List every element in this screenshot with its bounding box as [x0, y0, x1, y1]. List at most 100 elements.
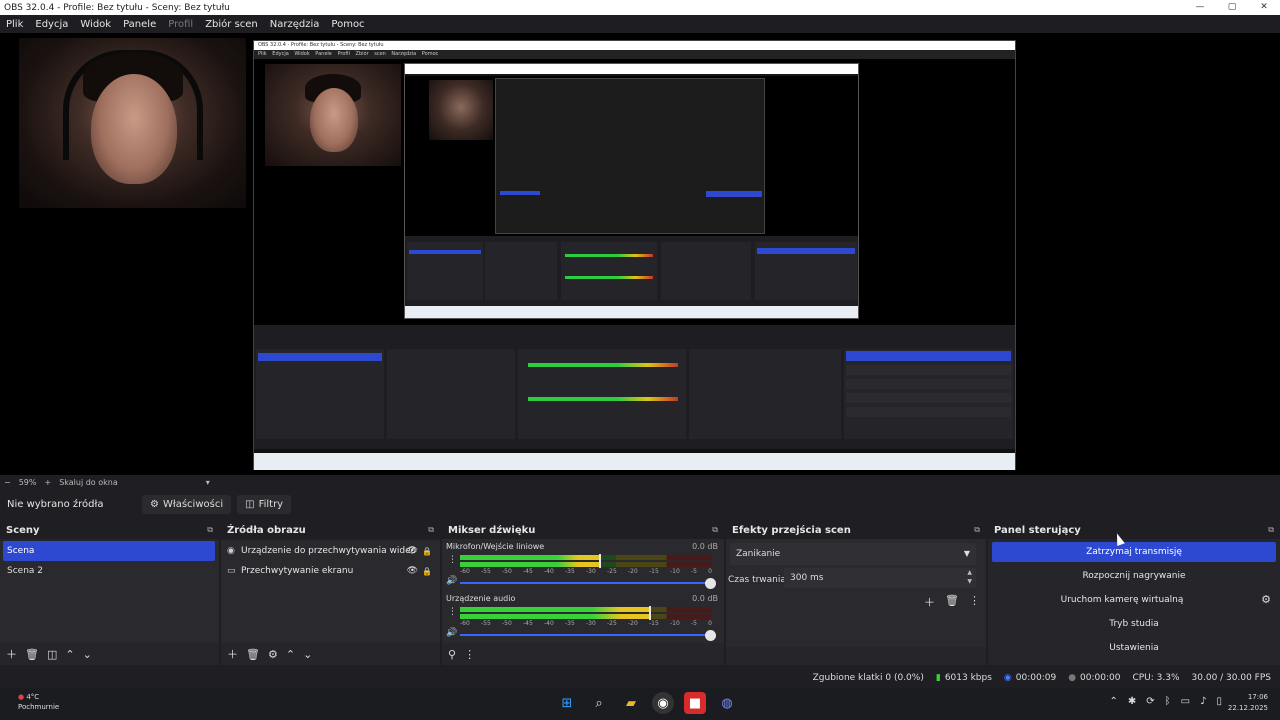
audio-meter [460, 554, 712, 561]
battery-icon[interactable]: ▯ [1216, 696, 1222, 707]
volume-knob[interactable] [705, 630, 716, 641]
gear-icon[interactable]: ⚙ [1256, 590, 1276, 610]
filter-icon[interactable]: ◫ [47, 648, 57, 661]
link-icon[interactable]: ⚲ [448, 648, 456, 661]
tray-app-icon[interactable]: ✱ [1128, 696, 1136, 707]
tick-label: -25 [607, 620, 617, 627]
menu-docks[interactable]: Panele [117, 19, 162, 30]
menu-scene-collection[interactable]: Zbiór scen [199, 19, 264, 30]
cpu-usage: CPU: 3.3% [1132, 673, 1180, 683]
menu-edit[interactable]: Edycja [29, 19, 74, 30]
move-down-icon[interactable]: ⌄ [83, 648, 92, 661]
trash-icon[interactable]: 🗑 [945, 594, 959, 610]
close-button[interactable]: ✕ [1248, 0, 1280, 15]
sync-icon[interactable]: ⟳ [1146, 696, 1154, 707]
fps-stat: 30.00 / 30.00 FPS [1191, 673, 1271, 683]
speaker-icon[interactable]: 🔊 [446, 628, 457, 638]
volume-slider[interactable] [460, 578, 716, 589]
add-scene-icon[interactable]: ＋ [6, 646, 17, 662]
chevron-up-icon[interactable]: ⌃ [1109, 696, 1117, 707]
zoom-out-button[interactable]: − [0, 478, 15, 487]
tick-label: -5 [691, 620, 697, 627]
mixer-toolbar: ⚲ ⋮ [442, 643, 724, 665]
move-up-icon[interactable]: ⌃ [65, 648, 74, 661]
menu-profile[interactable]: Profil [162, 19, 199, 30]
undock-icon[interactable]: ⧉ [974, 525, 980, 535]
move-up-icon[interactable]: ⌃ [286, 648, 295, 661]
start-recording-button[interactable]: Rozpocznij nagrywanie [992, 566, 1276, 586]
more-icon[interactable]: ⋮ [448, 607, 457, 617]
eye-icon[interactable]: 👁 [407, 546, 418, 556]
chevron-down-icon: ▼ [963, 549, 970, 558]
undock-icon[interactable]: ⧉ [207, 525, 213, 535]
more-icon[interactable]: ⋮ [969, 594, 980, 610]
volume-icon[interactable]: ♪ [1200, 696, 1206, 707]
nested-screen-capture: OBS 32.0.4 - Profile: Bez tytułu - Sceny… [253, 40, 1016, 470]
network-icon[interactable]: ▭ [1181, 696, 1190, 707]
more-icon[interactable]: ⋮ [448, 555, 457, 565]
audio-meter [460, 561, 712, 568]
weather-condition: Pochmurnie [18, 703, 60, 711]
filters-button[interactable]: ◫ Filtry [237, 494, 292, 514]
recorder-icon[interactable]: ■ [684, 692, 706, 714]
speaker-icon[interactable]: 🔊 [446, 576, 457, 586]
meter-ticks: -60 -55 -50 -45 -40 -35 -30 -25 -20 -15 -10 -5 0 [460, 568, 712, 575]
source-item-screen-capture[interactable]: ▭ Przechwytywanie ekranu 👁 🔒 [221, 561, 440, 581]
menu-view[interactable]: Widok [74, 19, 117, 30]
trash-icon[interactable]: 🗑 [25, 648, 39, 661]
maximize-button[interactable]: ▢ [1216, 0, 1248, 15]
tick-label: -60 [460, 620, 470, 627]
preview-canvas[interactable]: OBS 32.0.4 - Profile: Bez tytułu - Sceny… [0, 33, 1280, 475]
record-time: 00:00:00 [1080, 673, 1121, 683]
file-explorer-icon[interactable]: ▰ [620, 692, 642, 714]
menu-file[interactable]: Plik [0, 19, 29, 30]
undock-icon[interactable]: ⧉ [1268, 525, 1274, 535]
more-icon[interactable]: ⋮ [464, 648, 475, 661]
scene-item-scena-2[interactable]: Scena 2 [0, 561, 219, 581]
bluetooth-icon[interactable]: ᛒ [1165, 696, 1171, 707]
sources-list: ◉ Urządzenie do przechwytywania wideo 👁 … [221, 541, 440, 649]
start-virtual-camera-button[interactable]: Uruchom kamerę wirtualną [992, 590, 1252, 610]
add-transition-icon[interactable]: ＋ [924, 594, 935, 610]
scenes-dock: Sceny ⧉ Scena Scena 2 ＋ 🗑 ◫ ⌃ ⌄ [0, 521, 219, 665]
eye-icon[interactable]: 👁 [407, 566, 418, 576]
spinbox-arrows-icon[interactable]: ▲ ▼ [967, 568, 972, 586]
windows-taskbar: ● 4°C Pochmurnie ⊞ ⌕ ▰ ◉ ■ ◍ ⌃ ✱ ⟳ ᛒ ▭ ♪… [0, 688, 1280, 720]
source-item-video-capture[interactable]: ◉ Urządzenie do przechwytywania wideo 👁 … [221, 541, 440, 561]
undock-icon[interactable]: ⧉ [428, 525, 434, 535]
clock[interactable]: 17:06 22.12.2025 [1228, 692, 1268, 714]
duration-input[interactable]: 300 ms ▲ ▼ [784, 568, 976, 588]
minimize-button[interactable]: — [1184, 0, 1216, 15]
nested-2-col-4 [661, 242, 751, 300]
trash-icon[interactable]: 🗑 [246, 648, 260, 661]
tick-label: -40 [544, 568, 554, 575]
undock-icon[interactable]: ⧉ [712, 525, 718, 535]
add-source-icon[interactable]: ＋ [227, 646, 238, 662]
scene-item-scena[interactable]: Scena [3, 541, 215, 561]
lock-icon[interactable]: 🔒 [422, 567, 432, 576]
messenger-icon[interactable]: ◍ [716, 692, 738, 714]
gear-icon[interactable]: ⚙ [268, 648, 278, 661]
lock-icon[interactable]: 🔒 [422, 547, 432, 556]
zoom-in-button[interactable]: + [40, 478, 55, 487]
zoom-fit-select[interactable]: Skaluj do okna [55, 478, 122, 487]
search-icon[interactable]: ⌕ [588, 692, 610, 714]
obs-icon[interactable]: ◉ [652, 692, 674, 714]
menu-help[interactable]: Pomoc [325, 19, 370, 30]
nested-transitions [689, 349, 841, 439]
stop-streaming-button[interactable]: Zatrzymaj transmisję [992, 542, 1276, 562]
menu-tools[interactable]: Narzędzia [264, 19, 326, 30]
tick-label: -55 [481, 568, 491, 575]
start-icon[interactable]: ⊞ [556, 692, 578, 714]
volume-knob[interactable] [705, 578, 716, 589]
transition-select[interactable]: Zanikanie ▼ [730, 543, 976, 565]
studio-mode-button[interactable]: Tryb studia [992, 614, 1276, 634]
properties-button[interactable]: ⚙ Właściwości [142, 494, 232, 514]
volume-slider[interactable] [460, 630, 716, 641]
move-down-icon[interactable]: ⌄ [303, 648, 312, 661]
nested-mixer-meter-1 [528, 363, 678, 367]
weather-widget[interactable]: ● 4°C Pochmurnie [18, 692, 59, 712]
settings-button[interactable]: Ustawienia [992, 638, 1276, 658]
nested-scene-selected [258, 353, 382, 361]
chevron-down-icon[interactable]: ▾ [202, 478, 214, 487]
